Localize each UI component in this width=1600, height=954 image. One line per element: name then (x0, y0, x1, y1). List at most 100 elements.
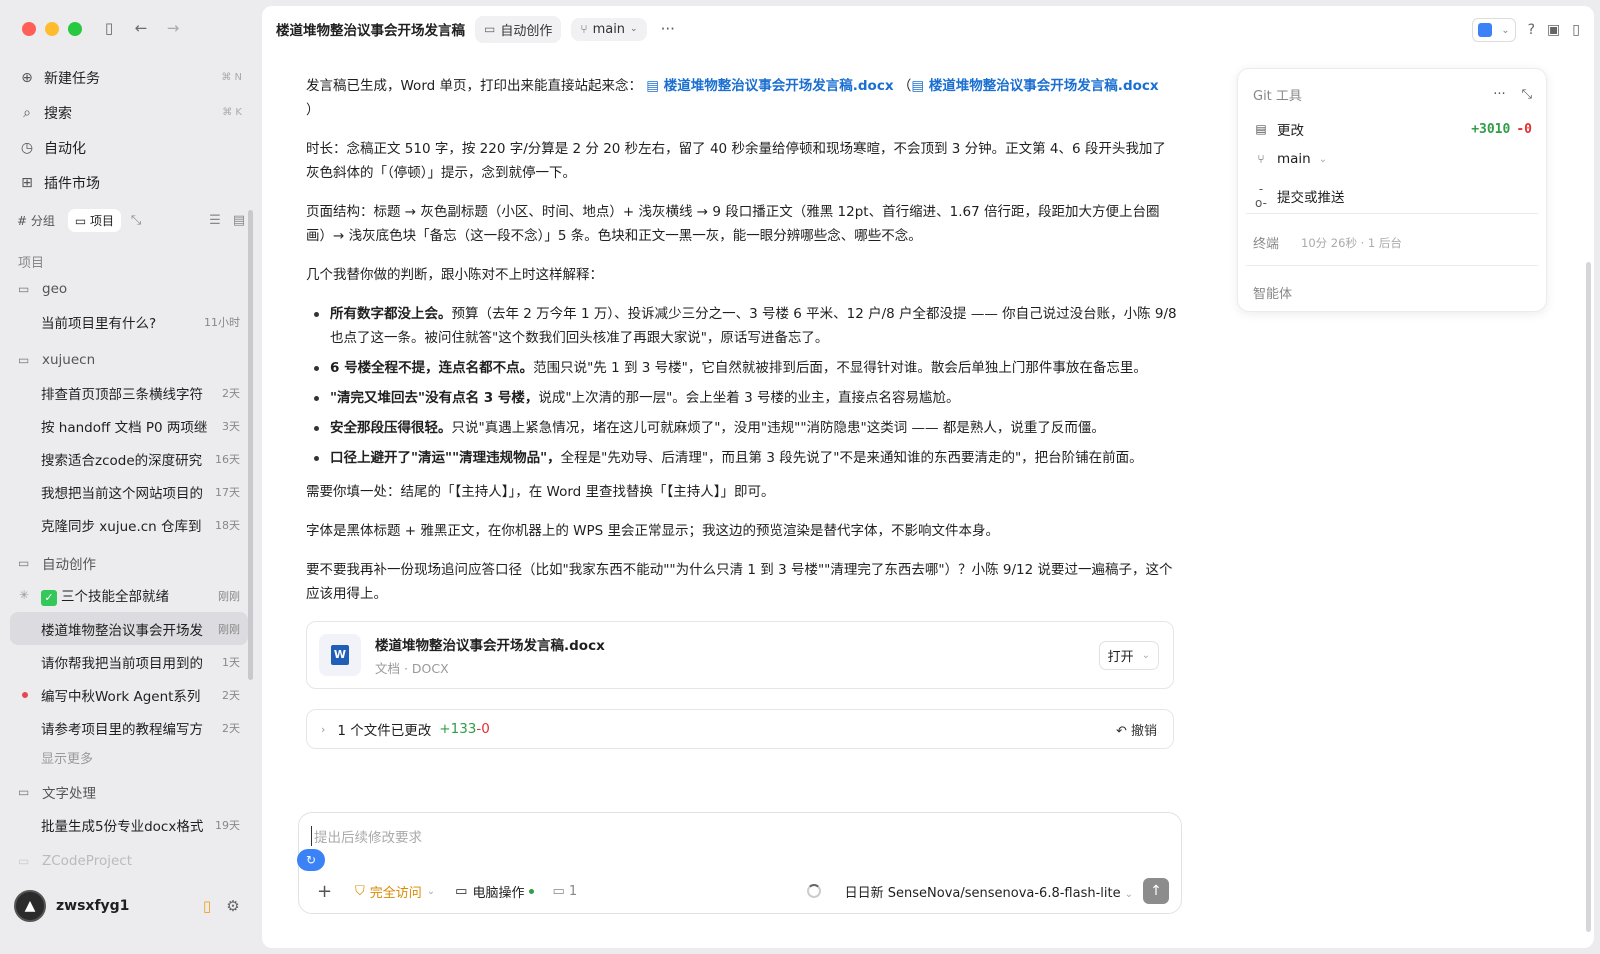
add-attachment-button[interactable]: + (317, 881, 337, 902)
list-item: 安全那段压得很轻。只说"真遇上紧急情况，堵在这儿可就麻烦了"，没用"违规""消防… (306, 416, 1178, 440)
task-title: 排查首页顶部三条横线字符 (41, 386, 203, 403)
help-icon[interactable]: ? (1528, 22, 1535, 38)
user-bar: ▲ zwsxfyg1 ▯ ⚙ (14, 888, 246, 924)
sidebar-scrollbar[interactable] (248, 210, 253, 680)
branch-chip[interactable]: ⑂ main ⌄ (571, 17, 647, 41)
bullet-text: 只说"真遇上紧急情况，堵在这儿可就麻烦了"，没用"违规""消防隐患"这类词 ——… (451, 420, 1105, 436)
model-selector[interactable]: 日日新 SenseNova/sensenova-6.8-flash-lite ⌄ (845, 882, 1133, 901)
message-paragraph: 几个我替你做的判断，跟小陈对不上时这样解释： (306, 267, 603, 283)
list-item[interactable]: 搜索适合zcode的深度研究 16天 (10, 442, 248, 475)
check-icon: ✓ (41, 590, 57, 606)
nav-plugin-market[interactable]: ⊞ 插件市场 (10, 165, 250, 200)
list-item[interactable]: 按 handoff 文档 P0 两项继 3天 (10, 409, 248, 442)
collapse-icon[interactable]: ⤡ (1522, 87, 1532, 102)
terminal-meta: 10分 26秒 · 1 后台 (1301, 235, 1402, 250)
tab-project[interactable]: ▭ 项目 (67, 208, 122, 232)
collapse-icon[interactable]: ⤡ (127, 213, 145, 228)
avatar[interactable]: ▲ (14, 890, 46, 922)
clock-icon: ◷ (20, 139, 34, 156)
task-title: 请参考项目里的教程编写方 (41, 721, 203, 738)
search-icon: ⌕ (23, 104, 31, 121)
context-count[interactable]: ▭ 1 (552, 884, 577, 899)
computer-use-toggle[interactable]: ▭ 电脑操作 (455, 882, 535, 901)
show-more-link[interactable]: 显示更多 (10, 744, 248, 770)
project-folder[interactable]: ▭ 文字处理 (10, 776, 248, 808)
zoom-window-button[interactable] (68, 22, 82, 36)
changes-summary[interactable]: › 1 个文件已更改 +133 -0 ↶ 撤销 (306, 709, 1174, 749)
access-mode-dropdown[interactable]: ⛉ 完全访问 ⌄ (355, 882, 435, 901)
loading-spinner-icon: ✳ (19, 588, 30, 602)
folder-chip[interactable]: ▭ 自动创作 (475, 15, 562, 43)
more-icon[interactable]: ··· (1493, 87, 1505, 102)
tab-group[interactable]: # 分组 (10, 209, 62, 232)
list-item[interactable]: 批量生成5份专业docx格式 19天 (10, 808, 248, 841)
tab-project-label: 项目 (90, 213, 115, 228)
close-window-button[interactable] (22, 22, 36, 36)
username: zwsxfyg1 (56, 898, 130, 914)
list-item[interactable]: 我想把当前这个网站项目的 17天 (10, 475, 248, 508)
composer-input[interactable]: 提出后续修改要求 (311, 826, 422, 846)
open-button[interactable]: 打开 ⌄ (1098, 640, 1159, 670)
open-button-label: 打开 (1107, 649, 1134, 665)
git-commit-row[interactable]: -o- 提交或推送 (1253, 182, 1532, 210)
gear-icon[interactable]: ⚙ (220, 897, 246, 915)
terminal-row[interactable]: 终端 10分 26秒 · 1 后台 (1253, 233, 1402, 253)
agent-row[interactable]: 智能体 (1253, 283, 1292, 302)
section-label-projects: 项目 (18, 256, 45, 271)
archive-icon[interactable]: ▤ (230, 213, 248, 228)
list-item[interactable]: 当前项目里有什么? 11小时 (10, 305, 248, 338)
right-sidebar-toggle-icon[interactable]: ▯ (1572, 22, 1580, 38)
sidebar-toggle-icon[interactable]: ▯ (100, 19, 118, 37)
message-paragraph: 需要你填一处：结尾的「【主持人】」，在 Word 里查找替换「【主持人】」即可。 (306, 484, 775, 500)
terminal-panel-icon[interactable]: ▣ (1547, 22, 1560, 38)
file-type: 文档 · DOCX (375, 660, 449, 676)
app-switcher[interactable]: ⌄ (1471, 18, 1516, 42)
bullet-text: 说成"上次清的那一层"。会上坐着 3 号楼的业主，直接点名容易尴尬。 (538, 390, 960, 406)
bullet-text: 预算（去年 2 万今年 1 万）、投诉减少三分之一、3 号楼 6 平米、12 户… (330, 306, 1177, 346)
list-item[interactable]: 编写中秋Work Agent系列 2天 (10, 678, 248, 711)
undo-icon: ↶ (1115, 723, 1127, 739)
project-folder[interactable]: ▭ ZCodeProject (10, 845, 248, 877)
main-scrollbar[interactable] (1586, 262, 1591, 932)
changes-label: 1 个文件已更改 (337, 723, 432, 739)
chevron-right-icon[interactable]: › (321, 723, 325, 736)
sidebar-nav: ⊕ 新建任务 ⌘ N ⌕ 搜索 ⌘ K ◷ 自动化 ⊞ 插件市场 (10, 60, 250, 200)
list-item[interactable]: 请参考项目里的教程编写方 2天 (10, 711, 248, 744)
bullet-bold: "清完又堆回去"没有点名 3 号楼， (330, 390, 539, 406)
file-link[interactable]: ▤ 楼道堆物整治议事会开场发言稿.docx (911, 78, 1158, 94)
task-title: 三个技能全部就绪 (61, 589, 169, 605)
chevron-down-icon[interactable]: ⌄ (1142, 650, 1150, 661)
file-attachment-card[interactable]: W 楼道堆物整治议事会开场发言稿.docx 文档 · DOCX 打开 ⌄ (306, 621, 1174, 689)
forward-arrow-icon[interactable]: → (164, 19, 182, 37)
folder-name: 自动创作 (42, 557, 96, 573)
git-changes-row[interactable]: ▤ 更改 +3010 -0 (1253, 119, 1532, 140)
list-item[interactable]: 克隆同步 xujue.cn 仓库到 18天 (10, 508, 248, 541)
project-folder[interactable]: ▭ xujuecn (10, 344, 248, 376)
project-folder[interactable]: ▭ geo (10, 273, 248, 305)
nav-automation[interactable]: ◷ 自动化 (10, 130, 250, 165)
list-item-selected[interactable]: 楼道堆物整治议事会开场发 刚刚 (10, 612, 248, 645)
git-panel-title: Git 工具 (1253, 89, 1302, 104)
undo-label: 撤销 (1130, 723, 1157, 739)
file-link[interactable]: ▤ 楼道堆物整治议事会开场发言稿.docx (646, 78, 893, 94)
list-item[interactable]: ✳ ✓ 三个技能全部就绪 刚刚 (10, 579, 248, 612)
nav-label: 插件市场 (44, 175, 100, 192)
list-item[interactable]: 排查首页顶部三条横线字符 2天 (10, 376, 248, 409)
bullet-text: 全程是"先劝导、后清理"，而且第 3 段先说了"不是来通知谁的东西要清走的"，把… (560, 450, 1143, 466)
more-icon[interactable]: ··· (661, 20, 675, 38)
list-item[interactable]: 请你帮我把当前项目用到的 1天 (10, 645, 248, 678)
nav-search[interactable]: ⌕ 搜索 ⌘ K (10, 95, 250, 130)
link-badge-icon[interactable]: ↻ (297, 849, 325, 871)
minimize-window-button[interactable] (45, 22, 59, 36)
send-button[interactable]: ↑ (1143, 878, 1169, 904)
undo-button[interactable]: ↶ 撤销 (1116, 720, 1157, 739)
file-link-label: 楼道堆物整治议事会开场发言稿.docx (663, 78, 894, 94)
paragraph-text: 发言稿已生成，Word 单页，打印出来能直接站起来念： (306, 78, 642, 94)
git-branch-row[interactable]: ⑂ main ⌄ (1253, 151, 1532, 167)
back-arrow-icon[interactable]: ← (132, 19, 150, 37)
bullet-bold: 安全那段压得很轻。 (330, 420, 452, 436)
nav-new-task[interactable]: ⊕ 新建任务 ⌘ N (10, 60, 250, 95)
phone-icon[interactable]: ▯ (194, 897, 220, 915)
project-folder[interactable]: ▭ 自动创作 (10, 547, 248, 579)
filter-icon[interactable]: ☰ (206, 213, 224, 228)
